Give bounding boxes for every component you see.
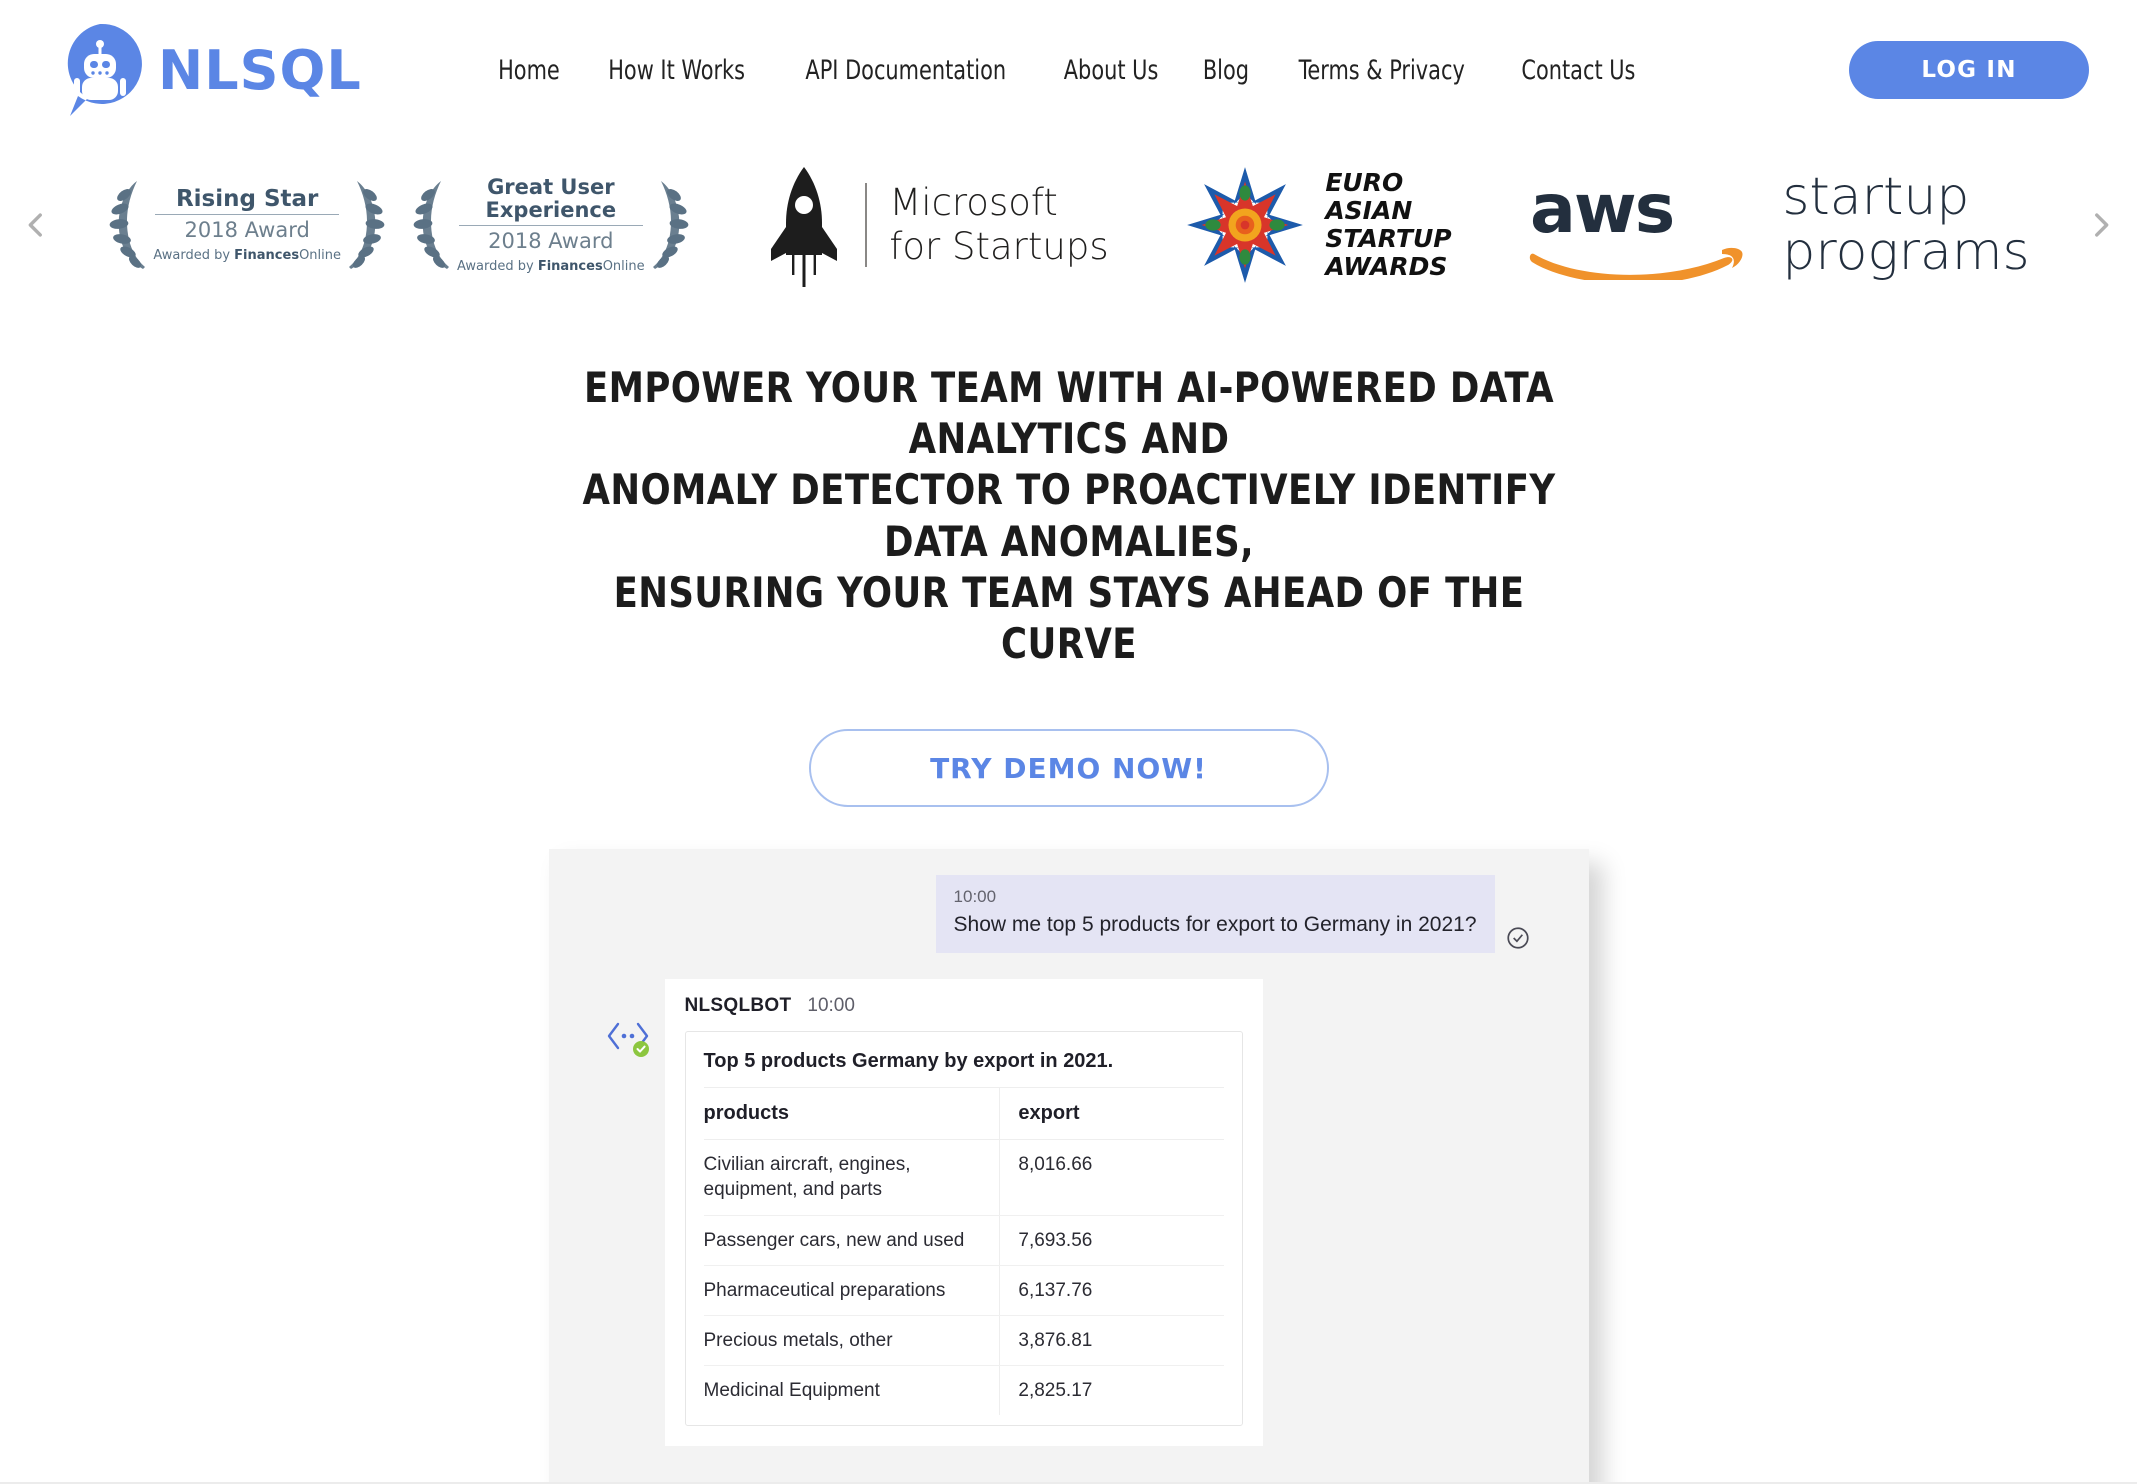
- chat-demo: 10:00 Show me top 5 products for export …: [548, 849, 1589, 1484]
- nav-item-contact-us[interactable]: Contact Us: [1521, 55, 1635, 86]
- aws-logo-icon: aws: [1530, 170, 1743, 280]
- laurel-right-icon: [652, 181, 689, 269]
- divider: [155, 214, 339, 216]
- divider: [865, 183, 868, 267]
- nav-item-home[interactable]: Home: [498, 55, 560, 86]
- nav-item-blog[interactable]: Blog: [1203, 55, 1249, 86]
- laurel-left-icon: [109, 181, 146, 269]
- carousel-slide-awards: Rising Star 2018 Award Awarded by Financ…: [107, 173, 690, 277]
- award-source: Awarded by FinancesOnline: [457, 259, 645, 274]
- chat-panel: 10:00 Show me top 5 products for export …: [548, 849, 1589, 1484]
- aws-line1: startup: [1782, 167, 1970, 228]
- robot-chat-bubble-icon: [48, 18, 152, 122]
- page-title: EMPOWER YOUR TEAM WITH AI-POWERED DATA A…: [509, 362, 1629, 669]
- eas-line4: AWARDS: [1325, 252, 1448, 281]
- hero-title-line1: EMPOWER YOUR TEAM WITH AI-POWERED DATA A…: [583, 363, 1554, 464]
- user-message-row: 10:00 Show me top 5 products for export …: [549, 875, 1589, 954]
- try-demo-button[interactable]: TRY DEMO NOW!: [808, 729, 1329, 808]
- brand-logo[interactable]: NLSQL: [48, 18, 362, 122]
- brand-name: NLSQL: [158, 38, 362, 102]
- eas-line1: EURO: [1325, 168, 1404, 197]
- award-badge-rising-star: Rising Star 2018 Award Awarded by Financ…: [107, 173, 387, 277]
- microsoft-line1: Microsoft: [889, 181, 1058, 225]
- hero-title-line3: ENSURING YOUR TEAM STAYS AHEAD OF THE CU…: [613, 567, 1524, 669]
- bot-message-header: NLSQLBOT 10:00: [685, 995, 1243, 1017]
- cell-export: 2,825.17: [999, 1365, 1224, 1415]
- award-source-brand: Finances: [537, 258, 603, 274]
- query-result-card: Top 5 products Germany by export in 2021…: [684, 1031, 1243, 1426]
- nav-item-api-documentation[interactable]: API Documentation: [806, 55, 1007, 86]
- user-message-bubble: 10:00 Show me top 5 products for export …: [935, 875, 1495, 954]
- bot-message-time: 10:00: [807, 995, 855, 1017]
- award-title: Rising Star: [175, 185, 319, 212]
- laurel-right-icon: [349, 181, 385, 269]
- table-row: Medicinal Equipment 2,825.17: [704, 1365, 1224, 1415]
- column-header-products: products: [703, 1087, 1000, 1141]
- table-row: Pharmaceutical preparations 6,137.76: [703, 1265, 1224, 1316]
- carousel-slide-aws-startup-programs: aws startup programs: [1526, 170, 2030, 280]
- award-source-brand: Finances: [234, 248, 300, 264]
- cell-product: Precious metals, other: [703, 1315, 1000, 1366]
- code-brackets-icon: [605, 1013, 651, 1059]
- nav-item-how-it-works[interactable]: How It Works: [608, 55, 745, 86]
- cell-export: 8,016.66: [999, 1139, 1224, 1216]
- user-message-text: Show me top 5 products for export to Ger…: [953, 913, 1477, 937]
- nav-item-terms-privacy[interactable]: Terms & Privacy: [1299, 55, 1465, 86]
- award-title-line2: Experience: [485, 198, 617, 222]
- cell-product: Civilian aircraft, engines, equipment, a…: [703, 1139, 1000, 1216]
- user-message-time: 10:00: [953, 887, 997, 907]
- table-row: Civilian aircraft, engines, equipment, a…: [703, 1139, 1224, 1216]
- aws-line2: programs: [1782, 222, 2030, 282]
- laurel-left-icon: [413, 181, 449, 269]
- column-header-export: export: [999, 1087, 1224, 1141]
- result-table: products export Civilian aircraft, engin…: [703, 1087, 1224, 1415]
- cell-export: 3,876.81: [999, 1315, 1224, 1366]
- nav-item-about-us[interactable]: About Us: [1064, 55, 1159, 86]
- cell-product: Passenger cars, new and used: [703, 1215, 1000, 1266]
- partners-carousel: Rising Star 2018 Award Awarded by Financ…: [0, 140, 2137, 310]
- award-year: 2018 Award: [184, 218, 310, 243]
- main-navigation: Home How It Works API Documentation Abou…: [493, 55, 1645, 86]
- microsoft-wordmark: Microsoft for Startups: [889, 181, 1108, 268]
- green-check-badge-icon: [632, 1041, 649, 1058]
- eas-line3: STARTUP: [1325, 224, 1452, 253]
- table-row: Passenger cars, new and used 7,693.56: [703, 1215, 1224, 1266]
- carousel-slide-microsoft-for-startups: Microsoft for Startups: [765, 161, 1109, 289]
- eight-point-star-rosette-icon: [1187, 167, 1304, 283]
- eas-line2: ASIAN: [1325, 196, 1413, 225]
- award-source-prefix: Awarded by: [457, 258, 534, 274]
- award-source-brand-rest: Online: [602, 258, 645, 274]
- hero-title-line2: ANOMALY DETECTOR TO PROACTIVELY IDENTIFY…: [581, 465, 1556, 566]
- award-badge-great-user-experience: Great User Experience 2018 Award Awarded…: [411, 173, 691, 277]
- award-title: Great User: [487, 175, 615, 200]
- award-source-brand-rest: Online: [299, 248, 341, 264]
- euro-asian-wordmark: EURO ASIAN STARTUP AWARDS: [1325, 169, 1451, 281]
- award-source-prefix: Awarded by: [153, 248, 231, 264]
- table-row: Precious metals, other 3,876.81: [703, 1315, 1224, 1366]
- award-source: Awarded by FinancesOnline: [153, 248, 341, 263]
- microsoft-line2: for Startups: [889, 225, 1109, 268]
- cell-export: 7,693.56: [999, 1215, 1224, 1266]
- check-circle-icon: [1506, 927, 1529, 950]
- chevron-left-icon[interactable]: [14, 203, 58, 247]
- bot-message-row: NLSQLBOT 10:00 Top 5 products Germany by…: [549, 979, 1589, 1446]
- aws-wordmark-text: startup programs: [1782, 170, 2029, 279]
- rocket-icon: [771, 167, 838, 287]
- login-button[interactable]: LOG IN: [1849, 41, 2089, 99]
- bot-message-card: NLSQLBOT 10:00 Top 5 products Germany by…: [664, 979, 1263, 1446]
- cell-product: Pharmaceutical preparations: [703, 1265, 1000, 1316]
- site-header: NLSQL Home How It Works API Documentatio…: [0, 0, 2137, 140]
- cell-export: 6,137.76: [999, 1265, 1224, 1316]
- cell-product: Medicinal Equipment: [703, 1379, 880, 1401]
- bot-name: NLSQLBOT: [684, 995, 792, 1017]
- result-title: Top 5 products Germany by export in 2021…: [703, 1050, 1114, 1073]
- award-year: 2018 Award: [488, 228, 614, 253]
- carousel-slide-euro-asian-startup-awards: EURO ASIAN STARTUP AWARDS: [1183, 163, 1452, 287]
- divider: [459, 224, 643, 226]
- table-header-row: products export: [703, 1087, 1224, 1141]
- chevron-right-icon[interactable]: [2079, 203, 2123, 247]
- svg-text:aws: aws: [1530, 170, 1673, 249]
